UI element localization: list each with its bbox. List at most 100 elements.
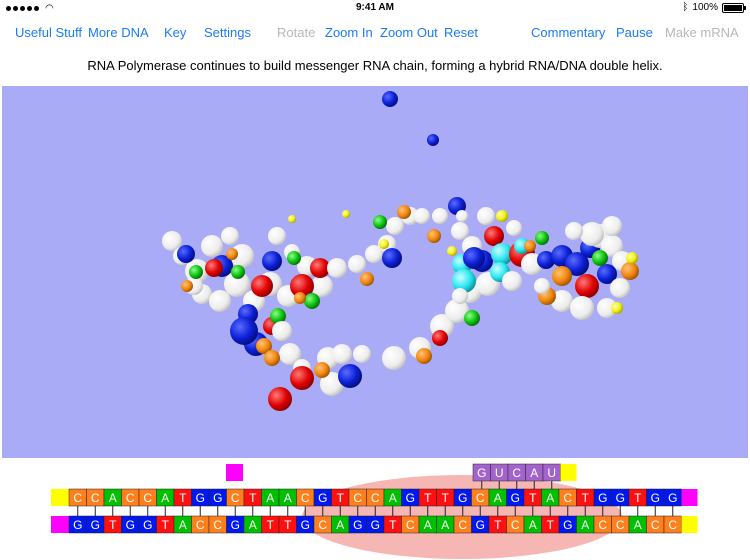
- top-base-letter: C: [476, 491, 485, 505]
- atom-sphere: [580, 222, 604, 246]
- atom-sphere: [251, 275, 273, 297]
- bottom-base-letter: A: [179, 518, 187, 532]
- bottom-base-letter: A: [581, 518, 589, 532]
- top-base-letter: T: [337, 491, 345, 505]
- bottom-base-letter: G: [126, 518, 135, 532]
- commentary-button[interactable]: Commentary: [531, 25, 605, 40]
- rotate-button[interactable]: Rotate: [277, 25, 315, 40]
- atom-sphere: [602, 216, 622, 236]
- atom-sphere: [205, 259, 223, 277]
- bottom-base-letter: C: [511, 518, 520, 532]
- bottom-base-letter: G: [301, 518, 310, 532]
- atom-sphere: [570, 296, 594, 320]
- bottom-base-letter: C: [651, 518, 660, 532]
- top-base-letter: G: [651, 491, 660, 505]
- atom-sphere: [342, 210, 350, 218]
- atom-sphere: [610, 278, 630, 298]
- top-base-letter: T: [249, 491, 257, 505]
- top-base-letter: C: [301, 491, 310, 505]
- top-base-letter: A: [109, 491, 117, 505]
- atom-sphere: [181, 280, 193, 292]
- atom-sphere: [432, 330, 448, 346]
- top-base-letter: C: [231, 491, 240, 505]
- polymerase-marker-icon: [226, 464, 243, 481]
- top-base-letter: T: [634, 491, 642, 505]
- top-base-letter: T: [582, 491, 590, 505]
- status-bar: ◠ 9:41 AM ᛒ 100%: [0, 0, 750, 16]
- top-base-letter: A: [494, 491, 502, 505]
- atom-sphere: [189, 265, 203, 279]
- atom-sphere: [268, 227, 286, 245]
- atom-sphere: [262, 251, 282, 271]
- atom-sphere: [416, 348, 432, 364]
- atom-sphere: [427, 229, 441, 243]
- atom-sphere: [484, 226, 504, 246]
- top-base-letter: T: [424, 491, 432, 505]
- atom-sphere: [611, 302, 623, 314]
- atom-sphere: [626, 252, 638, 264]
- key-button[interactable]: Key: [164, 25, 186, 40]
- atom-sphere: [502, 271, 522, 291]
- top-base-letter: T: [442, 491, 450, 505]
- reset-button[interactable]: Reset: [444, 25, 478, 40]
- top-base-letter: C: [91, 491, 100, 505]
- bottom-base-letter: T: [389, 518, 397, 532]
- top-base-letter: G: [406, 491, 415, 505]
- mrna-base-letter: A: [530, 466, 538, 480]
- top-base-letter: A: [389, 491, 397, 505]
- atom-sphere: [535, 231, 549, 245]
- bottom-base-letter: T: [284, 518, 292, 532]
- bottom-base-letter: C: [196, 518, 205, 532]
- top-base-letter: G: [511, 491, 520, 505]
- atom-sphere: [332, 344, 352, 364]
- bottom-base-letter: A: [441, 518, 449, 532]
- status-time: 9:41 AM: [356, 2, 394, 13]
- top-base-letter: A: [161, 491, 169, 505]
- bottom-base-letter: C: [406, 518, 415, 532]
- sequence-strip: GUCAU CCACCATGGCTAACGTCCAGTTGCAGTACTGGTG…: [51, 463, 698, 559]
- atom-sphere: [231, 265, 245, 279]
- bottom-base-letter: G: [231, 518, 240, 532]
- atom-sphere: [592, 250, 608, 266]
- atom-sphere: [314, 362, 330, 378]
- atom-sphere: [506, 220, 522, 236]
- top-base-letter: T: [179, 491, 187, 505]
- atom-sphere: [348, 255, 366, 273]
- top-base-letter: A: [266, 491, 274, 505]
- atom-sphere: [264, 350, 280, 366]
- bottom-strand-end-cap: [681, 516, 698, 533]
- atom-sphere: [373, 215, 387, 229]
- molecule-canvas[interactable]: [2, 86, 748, 458]
- bottom-base-letter: C: [458, 518, 467, 532]
- mrna-base-letter: U: [495, 466, 504, 480]
- atom-sphere: [432, 208, 448, 224]
- mrna-base-letter: U: [547, 466, 556, 480]
- mrna-end-cap: [560, 464, 577, 481]
- top-base-letter: A: [546, 491, 554, 505]
- bottom-base-letter: C: [668, 518, 677, 532]
- make-mrna-button[interactable]: Make mRNA: [665, 25, 739, 40]
- top-base-letter: G: [616, 491, 625, 505]
- top-strand-end-cap: [681, 489, 698, 506]
- bottom-base-letter: G: [563, 518, 572, 532]
- bottom-base-letter: G: [476, 518, 485, 532]
- atom-sphere: [477, 207, 495, 225]
- atom-sphere: [221, 227, 239, 245]
- top-base-letter: G: [318, 491, 327, 505]
- top-base-letter: A: [284, 491, 292, 505]
- battery-icon: [722, 2, 746, 13]
- molecule-3d-view[interactable]: [2, 86, 748, 458]
- atom-sphere: [201, 235, 223, 257]
- zoom-in-button[interactable]: Zoom In: [325, 25, 373, 40]
- top-base-letter: G: [668, 491, 677, 505]
- settings-button[interactable]: Settings: [204, 25, 251, 40]
- atom-sphere: [226, 248, 238, 260]
- top-base-letter: C: [73, 491, 82, 505]
- zoom-out-button[interactable]: Zoom Out: [380, 25, 438, 40]
- atom-sphere: [447, 246, 457, 256]
- useful-stuff-button[interactable]: Useful Stuff: [15, 25, 82, 40]
- atom-sphere: [287, 251, 301, 265]
- more-dna-button[interactable]: More DNA: [88, 25, 149, 40]
- atom-sphere: [288, 215, 296, 223]
- pause-button[interactable]: Pause: [616, 25, 653, 40]
